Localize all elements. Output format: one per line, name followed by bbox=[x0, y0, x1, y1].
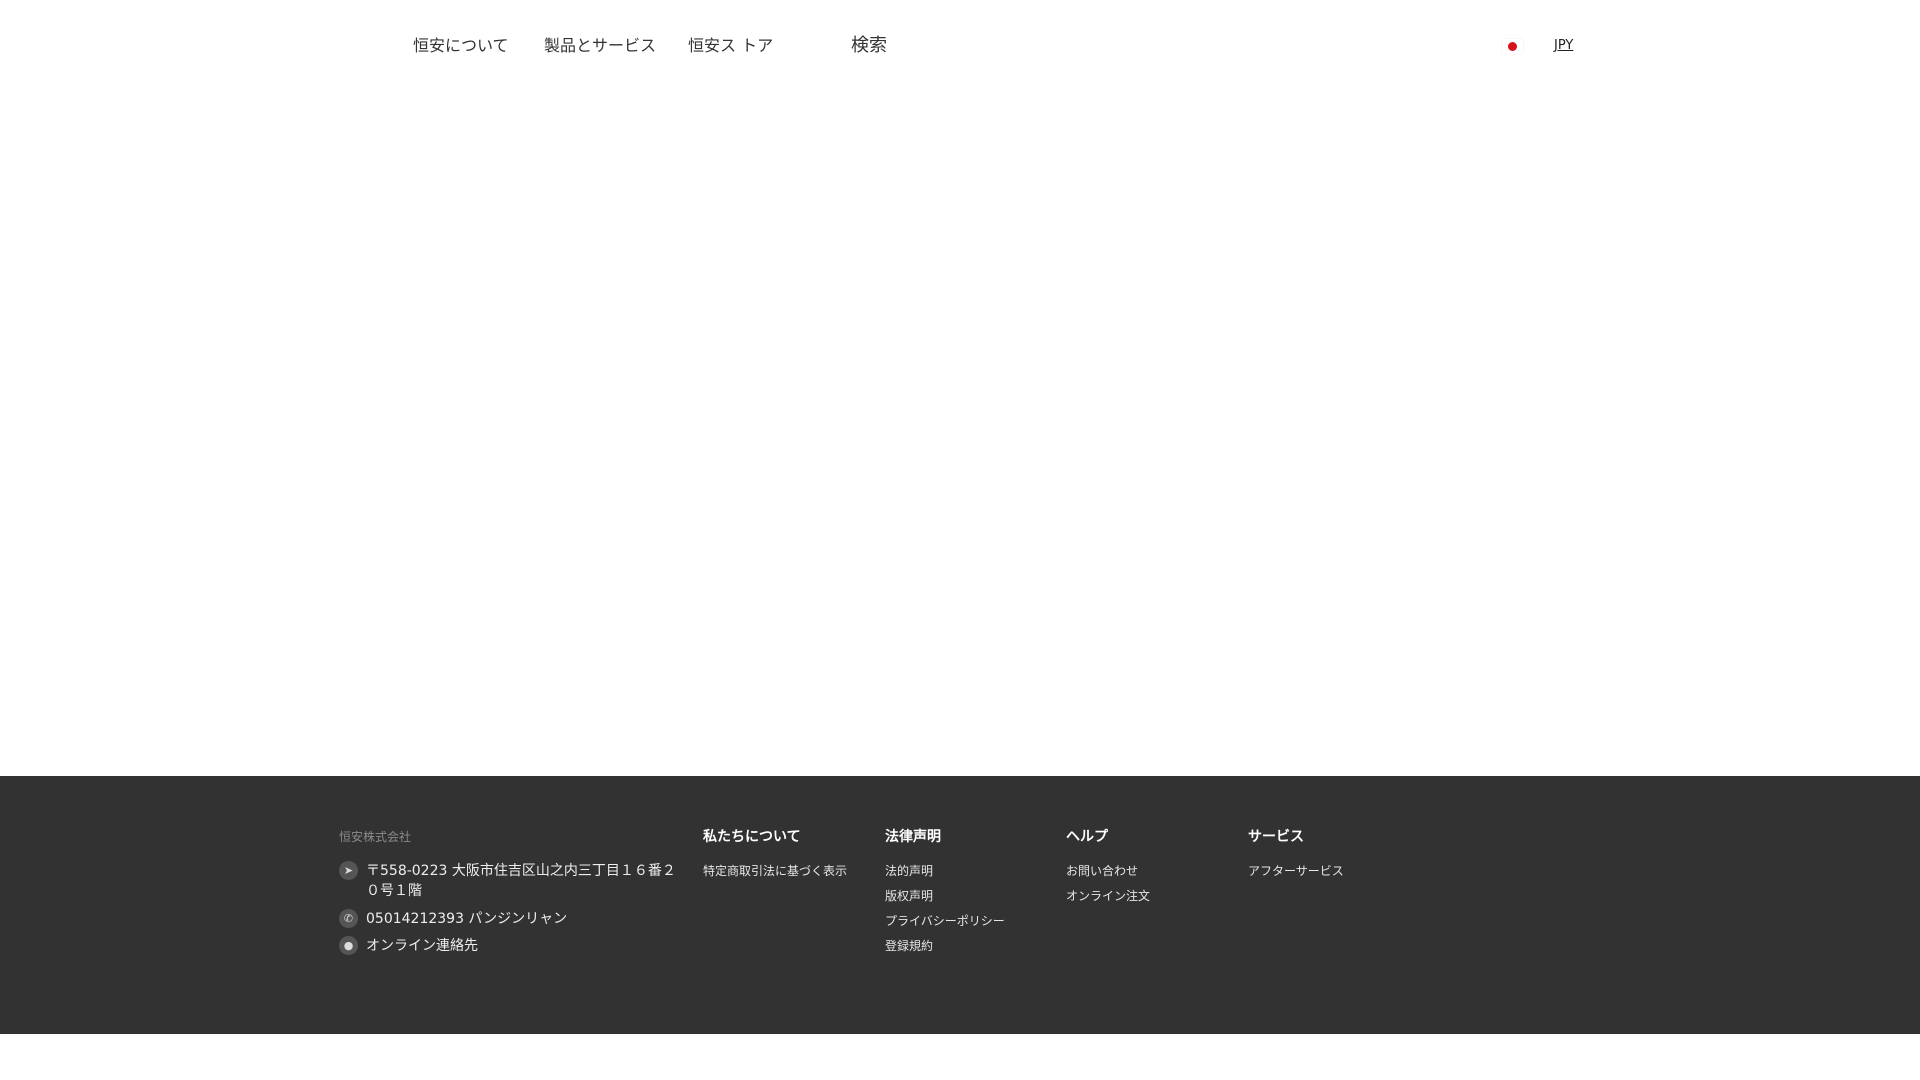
link-legal-statement[interactable]: 法的声明 bbox=[885, 862, 933, 879]
column-title-help: ヘルプ bbox=[1066, 829, 1108, 845]
link-privacy-policy[interactable]: プライバシーポリシー bbox=[885, 912, 1005, 929]
link-tokushoho[interactable]: 特定商取引法に基づく表示 bbox=[703, 862, 847, 879]
nav-products-services[interactable]: 製品とサービス bbox=[544, 34, 656, 58]
link-contact[interactable]: お問い合わせ bbox=[1066, 862, 1138, 879]
location-arrow-icon: ➤ bbox=[339, 861, 358, 880]
company-name: 恒安株式会社 bbox=[339, 830, 412, 844]
phone-text: 05014212393 パンジンリャン bbox=[366, 911, 568, 927]
nav-store[interactable]: 恒安ス トア bbox=[688, 34, 773, 58]
japan-flag-icon[interactable] bbox=[1502, 39, 1523, 54]
phone-icon: ✆ bbox=[339, 909, 358, 928]
link-terms[interactable]: 登録規約 bbox=[885, 937, 933, 954]
wechat-icon: ● bbox=[339, 936, 358, 955]
nav-about[interactable]: 恒安について bbox=[413, 34, 509, 58]
link-copyright[interactable]: 版权声明 bbox=[885, 887, 933, 904]
column-title-legal: 法律声明 bbox=[885, 829, 941, 845]
link-online-order[interactable]: オンライン注文 bbox=[1066, 887, 1150, 904]
search-button[interactable]: 検索 bbox=[851, 34, 887, 58]
link-after-service[interactable]: アフターサービス bbox=[1248, 862, 1344, 879]
column-title-about: 私たちについて bbox=[703, 829, 801, 845]
column-title-service: サービス bbox=[1248, 829, 1304, 845]
footer: 恒安株式会社 ➤ 〒558-0223 大阪市住吉区山之内三丁目１６番２０号１階 … bbox=[0, 776, 1920, 1034]
online-contact-link[interactable]: オンライン連絡先 bbox=[366, 936, 478, 956]
currency-selector[interactable]: JPY bbox=[1554, 38, 1573, 53]
address-text: 〒558-0223 大阪市住吉区山之内三丁目１６番２０号１階 bbox=[366, 863, 676, 899]
